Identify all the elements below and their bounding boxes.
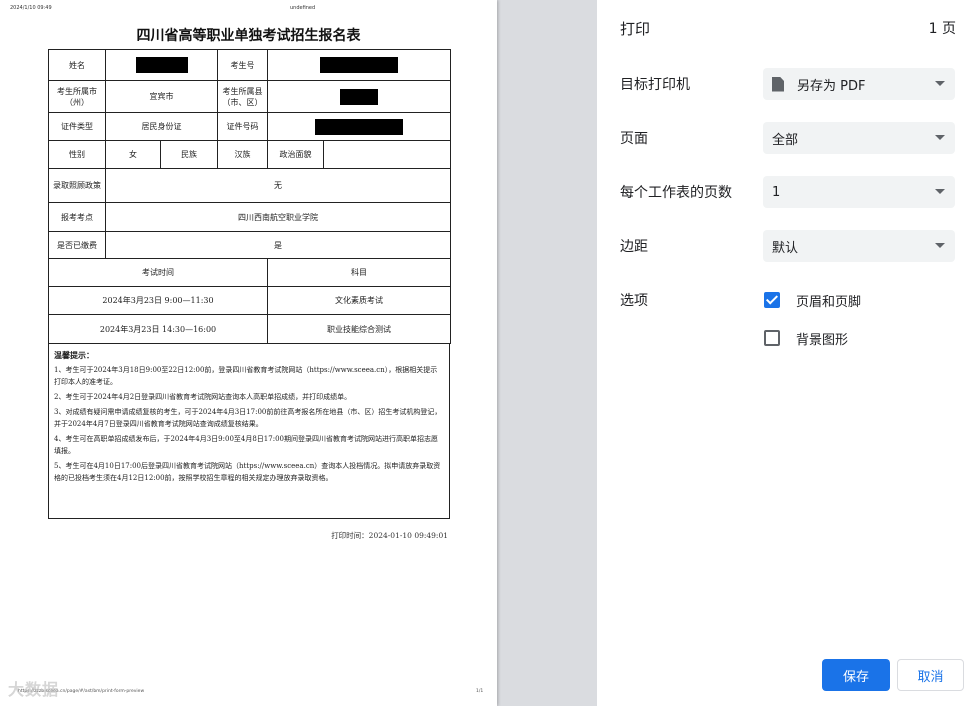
notice-item: 2、考生可于2024年4月2日登录四川省教育考试院网站查询本人高职单招成绩，并打…	[54, 393, 352, 401]
file-icon	[772, 76, 784, 92]
county-label: 考生所属县（市、区）	[217, 80, 268, 113]
margins-select[interactable]: 默认	[763, 230, 955, 262]
table-row: 性别 女 民族 汉族 政治面貌	[48, 140, 451, 169]
print-settings-panel: 打印 1 页 目标打印机 另存为 PDF 页面 全部 每个工作表的页数 1 边距…	[597, 0, 976, 706]
chevron-down-icon	[935, 243, 945, 248]
table-row: 是否已缴费 是	[48, 231, 451, 259]
gender-label: 性别	[48, 140, 106, 169]
chevron-down-icon	[935, 81, 945, 86]
chevron-down-icon	[935, 189, 945, 194]
ethnicity-label: 民族	[160, 140, 218, 169]
table-row: 姓名 考生号	[48, 49, 451, 81]
notice-title: 温馨提示：	[54, 350, 94, 360]
headers-footers-checkbox[interactable]	[764, 292, 780, 308]
cancel-button[interactable]: 取消	[897, 659, 964, 691]
preview-page: 2024/1/10 09:49 undefined 四川省高等职业单独考试招生报…	[0, 0, 497, 706]
headers-footers-label[interactable]: 页眉和页脚	[796, 291, 861, 310]
per-sheet-label: 每个工作表的页数	[620, 185, 732, 201]
table-row: 考试时间 科目	[48, 258, 451, 287]
city-value: 宜宾市	[105, 80, 218, 113]
pages-value: 全部	[772, 132, 799, 148]
notice-item: 5、考生可在4月10日17:00后登录四川省教育考试院网站（https://ww…	[54, 462, 441, 482]
id-type-label: 证件类型	[48, 112, 106, 141]
notice-item: 1、考生可于2024年3月18日9:00至22日12:00前，登录四川省教育考试…	[54, 366, 438, 386]
paid-label: 是否已缴费	[48, 231, 106, 259]
print-preview-area[interactable]: 2024/1/10 09:49 undefined 四川省高等职业单独考试招生报…	[0, 0, 597, 706]
margins-label: 边距	[620, 239, 648, 255]
political-label: 政治面貌	[267, 140, 324, 169]
gender-value: 女	[105, 140, 161, 169]
redaction-block	[135, 57, 188, 73]
redaction-block	[340, 88, 378, 105]
site-label: 报考考点	[48, 202, 106, 232]
id-no-label: 证件号码	[217, 112, 268, 141]
exam-no-label: 考生号	[217, 49, 268, 81]
city-label: 考生所属市（州）	[48, 80, 106, 113]
watermark-logo: 大数据	[8, 680, 60, 699]
table-row: 2024年3月23日 14:30—16:00 职业技能综合测试	[48, 314, 451, 344]
schedule-time: 2024年3月23日 14:30—16:00	[48, 314, 268, 344]
background-graphics-checkbox[interactable]	[764, 330, 780, 346]
chevron-down-icon	[935, 135, 945, 140]
id-no-value	[267, 112, 451, 141]
redaction-block	[315, 118, 403, 135]
printer-label: 目标打印机	[620, 77, 690, 93]
margins-value: 默认	[772, 240, 799, 256]
table-row: 2024年3月23日 9:00—11:30 文化素质考试	[48, 286, 451, 315]
name-value	[105, 49, 218, 81]
policy-label: 录取照顾政策	[48, 168, 106, 203]
political-value	[323, 140, 451, 169]
schedule-time: 2024年3月23日 9:00—11:30	[48, 286, 268, 315]
page-count: 1 页	[928, 21, 956, 37]
site-value: 四川西南航空职业学院	[105, 202, 451, 232]
name-label: 姓名	[48, 49, 106, 81]
notice-item: 4、考生可在高职单招成绩发布后，于2024年4月3日9:00至4月8日17:00…	[54, 435, 438, 455]
county-value	[267, 80, 451, 113]
exam-no-value	[267, 49, 451, 81]
pages-label: 页面	[620, 131, 648, 147]
redaction-block	[320, 57, 398, 73]
schedule-header-subject: 科目	[267, 258, 451, 287]
policy-value: 无	[105, 168, 451, 203]
pages-select[interactable]: 全部	[763, 122, 955, 154]
per-sheet-select[interactable]: 1	[763, 176, 955, 208]
page-header-title: undefined	[290, 5, 316, 11]
table-row: 证件类型 居民身份证 证件号码	[48, 112, 451, 141]
notice-item: 3、对成绩有疑问需申请成绩复核的考生，可于2024年4月3日17:00前前往高考…	[54, 408, 442, 428]
registration-form-table: 姓名 考生号 考生所属市（州） 宜宾市 考生所属县（市、区） 证件类型 居民身份…	[48, 49, 451, 344]
schedule-subject: 职业技能综合测试	[267, 314, 451, 344]
ethnicity-value: 汉族	[217, 140, 268, 169]
schedule-header-time: 考试时间	[48, 258, 268, 287]
document-title: 四川省高等职业单独考试招生报名表	[136, 28, 361, 44]
per-sheet-value: 1	[772, 184, 781, 200]
id-type-value: 居民身份证	[105, 112, 218, 141]
notice-box: 温馨提示： 1、考生可于2024年3月18日9:00至22日12:00前，登录四…	[48, 343, 450, 519]
table-row: 录取照顾政策 无	[48, 168, 451, 203]
print-time: 打印时间：2024-01-10 09:49:01	[331, 531, 448, 540]
options-label: 选项	[620, 293, 648, 309]
background-graphics-label[interactable]: 背景图形	[796, 329, 848, 348]
paid-value: 是	[105, 231, 451, 259]
printer-value: 另存为 PDF	[797, 78, 866, 94]
table-row: 报考考点 四川西南航空职业学院	[48, 202, 451, 232]
panel-title: 打印	[620, 20, 651, 38]
save-button[interactable]: 保存	[822, 659, 890, 691]
schedule-subject: 文化素质考试	[267, 286, 451, 315]
printer-select[interactable]: 另存为 PDF	[763, 68, 955, 100]
print-dialog: 2024/1/10 09:49 undefined 四川省高等职业单独考试招生报…	[0, 0, 976, 706]
page-footer-number: 1/1	[476, 689, 484, 694]
table-row: 考生所属市（州） 宜宾市 考生所属县（市、区）	[48, 80, 451, 113]
page-header-date: 2024/1/10 09:49	[10, 5, 52, 11]
